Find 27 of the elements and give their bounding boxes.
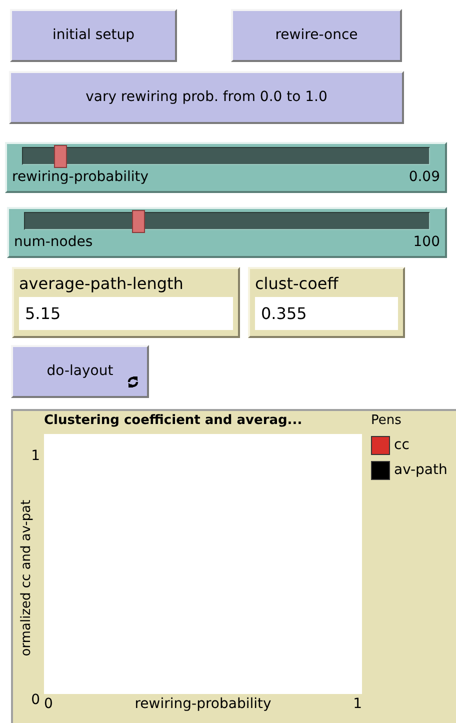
slider-label: num-nodes [14, 233, 93, 252]
x-tick-label: 0 [44, 695, 53, 714]
slider-label: rewiring-probability [12, 168, 149, 187]
slider-value: 0.09 [408, 168, 440, 187]
legend-label: cc [394, 436, 410, 455]
forever-icon [127, 376, 139, 388]
y-tick-label: 0 [31, 691, 40, 709]
slider[interactable]: rewiring-probability 0.09 [5, 142, 447, 193]
slider-value: 100 [413, 233, 440, 252]
plot-title: Clustering coefficient and averag... [44, 412, 304, 430]
monitor-value: 5.15 [19, 297, 233, 330]
slider-thumb[interactable] [132, 210, 146, 233]
monitor-label: average-path-length [19, 273, 184, 295]
legend-title: Pens [371, 412, 402, 430]
slider[interactable]: num-nodes 100 [7, 207, 447, 258]
slider-thumb[interactable] [54, 145, 67, 168]
monitor-value: 0.355 [255, 297, 398, 330]
x-tick-label: 1 [353, 695, 362, 714]
command-button[interactable]: rewire-once [231, 9, 402, 62]
legend-label: av-path [394, 461, 448, 480]
y-axis-label: ormalized cc and av-pat [18, 498, 35, 658]
command-button[interactable]: initial setup [10, 9, 177, 62]
y-tick-label: 1 [31, 447, 40, 465]
monitor-label: clust-coeff [255, 273, 340, 295]
x-axis-label: rewiring-probability [134, 695, 272, 714]
command-button[interactable]: vary rewiring prob. from 0.0 to 1.0 [9, 71, 404, 124]
command-button[interactable]: do-layout [11, 345, 149, 398]
